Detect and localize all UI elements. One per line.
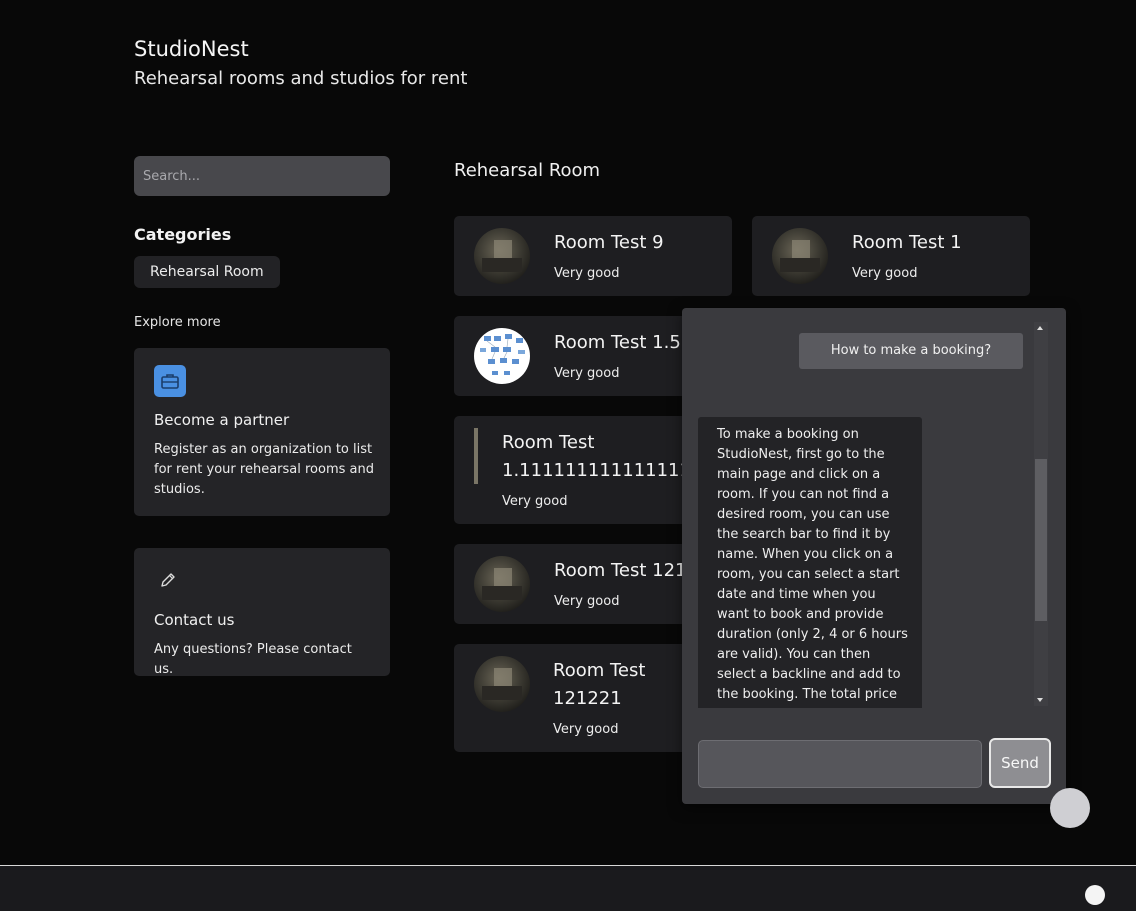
room-thumbnail — [474, 228, 530, 284]
room-thumbnail — [772, 228, 828, 284]
footer — [0, 865, 1136, 911]
room-thumbnail — [474, 556, 530, 612]
briefcase-icon — [154, 365, 186, 397]
send-button[interactable]: Send — [989, 738, 1051, 788]
contact-card-title: Contact us — [154, 611, 235, 629]
room-name: Room Test — [502, 432, 595, 453]
room-name: Room Test — [553, 660, 646, 681]
chat-panel: How to make a booking? To make a booking… — [682, 308, 1066, 804]
search-input[interactable] — [134, 156, 390, 196]
room-card[interactable]: Room Test 9 Very good — [454, 216, 732, 296]
partner-card[interactable]: Become a partner Register as an organiza… — [134, 348, 390, 516]
chat-messages[interactable]: How to make a booking? To make a booking… — [682, 308, 1048, 708]
room-rating: Very good — [554, 366, 620, 381]
room-name: 121221 — [553, 688, 622, 709]
explore-more-label: Explore more — [134, 315, 221, 330]
room-thumbnail — [474, 656, 530, 712]
partner-card-text: Register as an organization to list for … — [154, 442, 374, 497]
footer-dot-icon[interactable] — [1085, 885, 1105, 905]
brand-subtitle: Rehearsal rooms and studios for rent — [134, 68, 468, 89]
room-thumbnail — [474, 328, 530, 384]
chat-toggle-button[interactable] — [1050, 788, 1090, 828]
pencil-icon — [158, 570, 178, 594]
contact-card[interactable]: Contact us Any questions? Please contact… — [134, 548, 390, 677]
partner-card-title: Become a partner — [154, 411, 290, 429]
section-title: Rehearsal Room — [454, 160, 601, 181]
chat-input[interactable] — [698, 740, 982, 788]
room-rating: Very good — [553, 722, 619, 737]
room-name: Room Test 121 — [554, 560, 687, 581]
room-name: Room Test 1.55 — [554, 332, 693, 353]
room-card[interactable]: Room Test 1 Very good — [752, 216, 1030, 296]
contact-card-text: Any questions? Please contact us. — [154, 642, 352, 677]
scrollbar-thumb[interactable] — [1035, 459, 1047, 621]
room-name: 1.1111111111111111 — [502, 460, 703, 481]
room-rating: Very good — [502, 494, 568, 509]
scroll-down-arrow-icon[interactable] — [1037, 698, 1043, 702]
room-rating: Very good — [554, 594, 620, 609]
user-message: How to make a booking? — [799, 333, 1023, 369]
scroll-up-arrow-icon[interactable] — [1037, 326, 1043, 330]
room-name: Room Test 1 — [852, 232, 962, 253]
brand-title: StudioNest — [134, 37, 249, 61]
room-rating: Very good — [554, 266, 620, 281]
room-rating: Very good — [852, 266, 918, 281]
category-chip-rehearsal-room[interactable]: Rehearsal Room — [134, 256, 280, 288]
room-thumbnail — [474, 428, 478, 484]
categories-heading: Categories — [134, 225, 232, 244]
bot-message: To make a booking on StudioNest, first g… — [698, 417, 922, 708]
room-name: Room Test 9 — [554, 232, 664, 253]
chat-scrollbar[interactable] — [1034, 322, 1048, 706]
